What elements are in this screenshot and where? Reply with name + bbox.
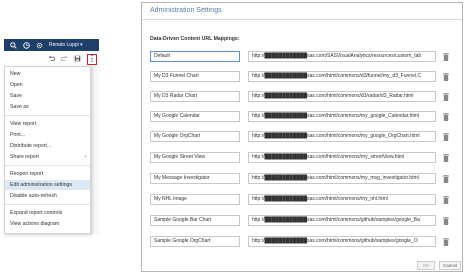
kebab-menu-button[interactable]: ⋮	[87, 53, 97, 65]
kebab-icon: ⋮	[88, 54, 96, 63]
mapping-name-field[interactable]: My Google Street View	[150, 152, 240, 163]
menu-item-disable-auto-refresh[interactable]: Disable auto-refresh	[5, 191, 90, 201]
menu-divider	[5, 115, 90, 116]
undo-icon[interactable]	[48, 55, 55, 64]
menu-item-view-report[interactable]: View report	[5, 119, 90, 129]
gear-icon[interactable]	[35, 41, 43, 49]
menu-item-edit-administration-settings[interactable]: Edit administration settings	[5, 180, 90, 190]
report-toolbar: ⋮	[4, 53, 99, 65]
trash-icon[interactable]	[442, 174, 450, 183]
menu-item-share-report[interactable]: Share report ›	[5, 152, 90, 162]
trash-icon[interactable]	[442, 112, 450, 121]
menu-item-label: Share report	[10, 154, 39, 160]
mapping-url-field[interactable]: http://████████████sas.com/html/commons/…	[248, 152, 436, 163]
trash-icon[interactable]	[442, 195, 450, 204]
menu-item-label: View actions diagram	[10, 221, 60, 227]
cancel-button[interactable]: Cancel	[439, 261, 461, 270]
mapping-row: My Google Street View http://███████████…	[150, 152, 454, 163]
menu-item-save[interactable]: Save	[5, 91, 90, 101]
menu-item-label: Reopen report	[10, 171, 44, 177]
menu-item-label: Distribute report...	[10, 143, 52, 149]
user-name: Renato Luppi	[49, 42, 79, 48]
app-panel: Renato Luppi ▾ ⋮ New Open Save Save as V…	[0, 0, 103, 275]
menu-item-reopen-report[interactable]: Reopen report	[5, 169, 90, 179]
menu-item-view-actions-diagram[interactable]: View actions diagram	[5, 219, 90, 229]
dialog-title: Administration Settings	[142, 3, 462, 20]
menu-item-label: Open	[10, 82, 23, 88]
trash-icon[interactable]	[442, 153, 450, 162]
mapping-url-field[interactable]: http://████████████sas.com/html/commons/…	[248, 111, 436, 122]
report-options-menu: New Open Save Save as View report Print.…	[4, 66, 91, 234]
mapping-url-field[interactable]: http://████████████sas.com/html/commons/…	[248, 91, 436, 102]
mapping-row: My D3 Radar Chart http://████████████sas…	[150, 91, 454, 102]
menu-item-save-as[interactable]: Save as	[5, 102, 90, 112]
mapping-name-field[interactable]: My Message Investigator	[150, 173, 240, 184]
save-icon[interactable]	[74, 55, 81, 64]
mapping-row: Sample Google Bar Chart http://█████████…	[150, 215, 454, 226]
mapping-name-field[interactable]: Default	[150, 51, 240, 62]
mapping-name-field[interactable]: My Google OrgChart	[150, 131, 240, 142]
ok-button[interactable]: OK	[417, 261, 435, 270]
mapping-url-field[interactable]: http://████████████sas.com/html/commons/…	[248, 194, 436, 205]
url-mappings-label: Data-Driven Content URL Mappings:	[150, 36, 240, 42]
canvas-edge	[91, 66, 99, 234]
trash-icon[interactable]	[442, 92, 450, 101]
user-menu[interactable]: Renato Luppi ▾	[49, 42, 83, 48]
mapping-url-field[interactable]: http://████████████sas.com/SASVisualAnal…	[248, 51, 436, 62]
search-icon[interactable]	[9, 41, 17, 49]
mapping-row: My D3 Funnel Chart http://████████████sa…	[150, 71, 454, 82]
mapping-row: My NHL image http://████████████sas.com/…	[150, 194, 454, 205]
menu-divider	[5, 204, 90, 205]
redo-icon[interactable]	[61, 55, 68, 64]
mapping-row: My Message Investigator http://█████████…	[150, 173, 454, 184]
chevron-down-icon: ▾	[80, 42, 83, 48]
trash-icon[interactable]	[442, 132, 450, 141]
menu-item-new[interactable]: New	[5, 69, 90, 79]
trash-icon[interactable]	[442, 72, 450, 81]
mapping-url-field[interactable]: http://████████████sas.com/html/commons/…	[248, 173, 436, 184]
menu-item-label: Save as	[10, 104, 29, 110]
administration-settings-dialog: Administration Settings Data-Driven Cont…	[141, 2, 463, 272]
trash-icon[interactable]	[442, 237, 450, 246]
trash-icon[interactable]	[442, 216, 450, 225]
trash-icon[interactable]	[442, 52, 450, 61]
mapping-url-field[interactable]: http://████████████sas.com/html/commons/…	[248, 215, 436, 226]
menu-item-open[interactable]: Open	[5, 80, 90, 90]
mapping-url-field[interactable]: http://████████████sas.com/html/commons/…	[248, 236, 436, 247]
mapping-row: Default http://████████████sas.com/SASVi…	[150, 51, 454, 62]
menu-item-label: New	[10, 71, 21, 77]
mapping-url-field[interactable]: http://████████████sas.com/html/commons/…	[248, 131, 436, 142]
menu-item-label: Save	[10, 93, 22, 99]
menu-divider	[5, 165, 90, 166]
menu-item-label: Edit administration settings	[10, 182, 72, 188]
mapping-row: My Google Calendar http://████████████sa…	[150, 111, 454, 122]
menu-item-label: Expand report controls	[10, 210, 63, 216]
menu-item-distribute-report[interactable]: Distribute report...	[5, 141, 90, 151]
mapping-row: Sample Google OrgChart http://██████████…	[150, 236, 454, 247]
menu-item-label: Disable auto-refresh	[10, 193, 57, 199]
mapping-name-field[interactable]: My D3 Radar Chart	[150, 91, 240, 102]
chevron-right-icon: ›	[84, 154, 86, 160]
clock-icon[interactable]	[22, 41, 30, 49]
mapping-name-field[interactable]: My D3 Funnel Chart	[150, 71, 240, 82]
app-header-bar: Renato Luppi ▾	[4, 39, 99, 51]
mapping-name-field[interactable]: My Google Calendar	[150, 111, 240, 122]
mapping-name-field[interactable]: My NHL image	[150, 194, 240, 205]
mapping-name-field[interactable]: Sample Google OrgChart	[150, 236, 240, 247]
menu-item-label: Print...	[10, 132, 25, 138]
menu-item-expand-report-controls[interactable]: Expand report controls	[5, 208, 90, 218]
menu-item-print[interactable]: Print...	[5, 130, 90, 140]
mapping-row: My Google OrgChart http://████████████sa…	[150, 131, 454, 142]
mapping-name-field[interactable]: Sample Google Bar Chart	[150, 215, 240, 226]
mapping-url-field[interactable]: http://████████████sas.com/html/commons/…	[248, 71, 436, 82]
menu-item-label: View report	[10, 121, 37, 127]
